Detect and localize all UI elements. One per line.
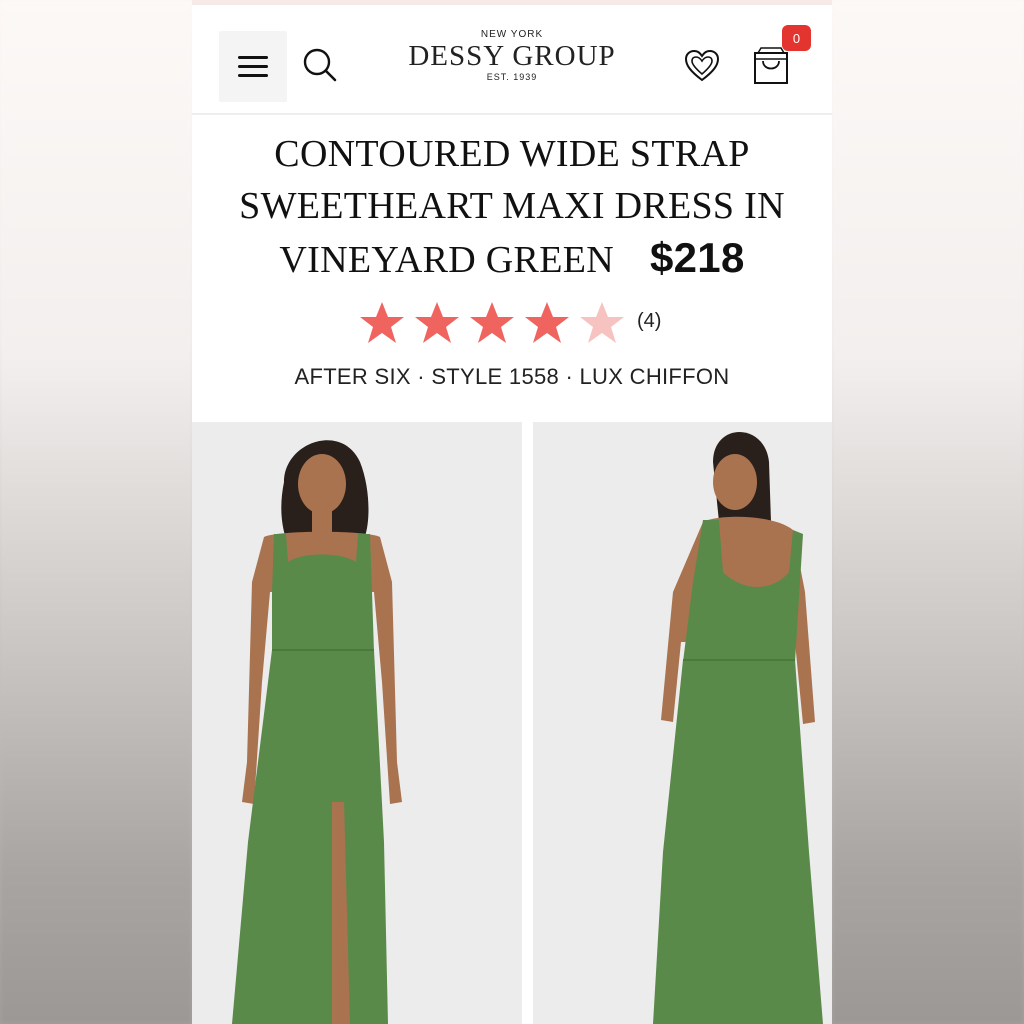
background-right bbox=[832, 0, 1024, 1024]
star-filled-icon bbox=[415, 302, 459, 343]
product-image-front[interactable] bbox=[192, 422, 522, 1024]
shopping-bag-icon[interactable] bbox=[752, 45, 790, 85]
search-icon[interactable] bbox=[302, 47, 338, 83]
star-filled-icon bbox=[470, 302, 514, 343]
rating-stars bbox=[358, 300, 633, 346]
brand-logo[interactable]: NEW YORK DESSY GROUP EST. 1939 bbox=[402, 29, 622, 82]
logo-tagline: NEW YORK bbox=[480, 29, 544, 40]
logo-wordmark: DESSY GROUP bbox=[408, 40, 616, 72]
product-price: $218 bbox=[649, 234, 745, 281]
hamburger-menu-icon[interactable] bbox=[219, 31, 287, 102]
product-page: NEW YORK DESSY GROUP EST. 1939 0 CONTOUR… bbox=[192, 0, 832, 1024]
background-left bbox=[0, 0, 192, 1024]
star-filled-icon bbox=[525, 302, 569, 343]
site-header: NEW YORK DESSY GROUP EST. 1939 0 bbox=[192, 5, 832, 115]
product-rating[interactable]: (4) bbox=[358, 300, 661, 346]
star-filled-icon bbox=[360, 302, 404, 343]
logo-established: EST. 1939 bbox=[486, 72, 538, 82]
rating-count[interactable]: (4) bbox=[637, 310, 661, 333]
cart-count-badge: 0 bbox=[782, 25, 811, 51]
product-meta: AFTER SIX · STYLE 1558 · LUX CHIFFON bbox=[294, 364, 730, 389]
product-title: CONTOURED WIDE STRAP SWEETHEART MAXI DRE… bbox=[212, 128, 812, 286]
star-empty-icon bbox=[580, 302, 624, 343]
heart-icon[interactable] bbox=[684, 49, 720, 83]
product-image-back[interactable] bbox=[533, 422, 832, 1024]
